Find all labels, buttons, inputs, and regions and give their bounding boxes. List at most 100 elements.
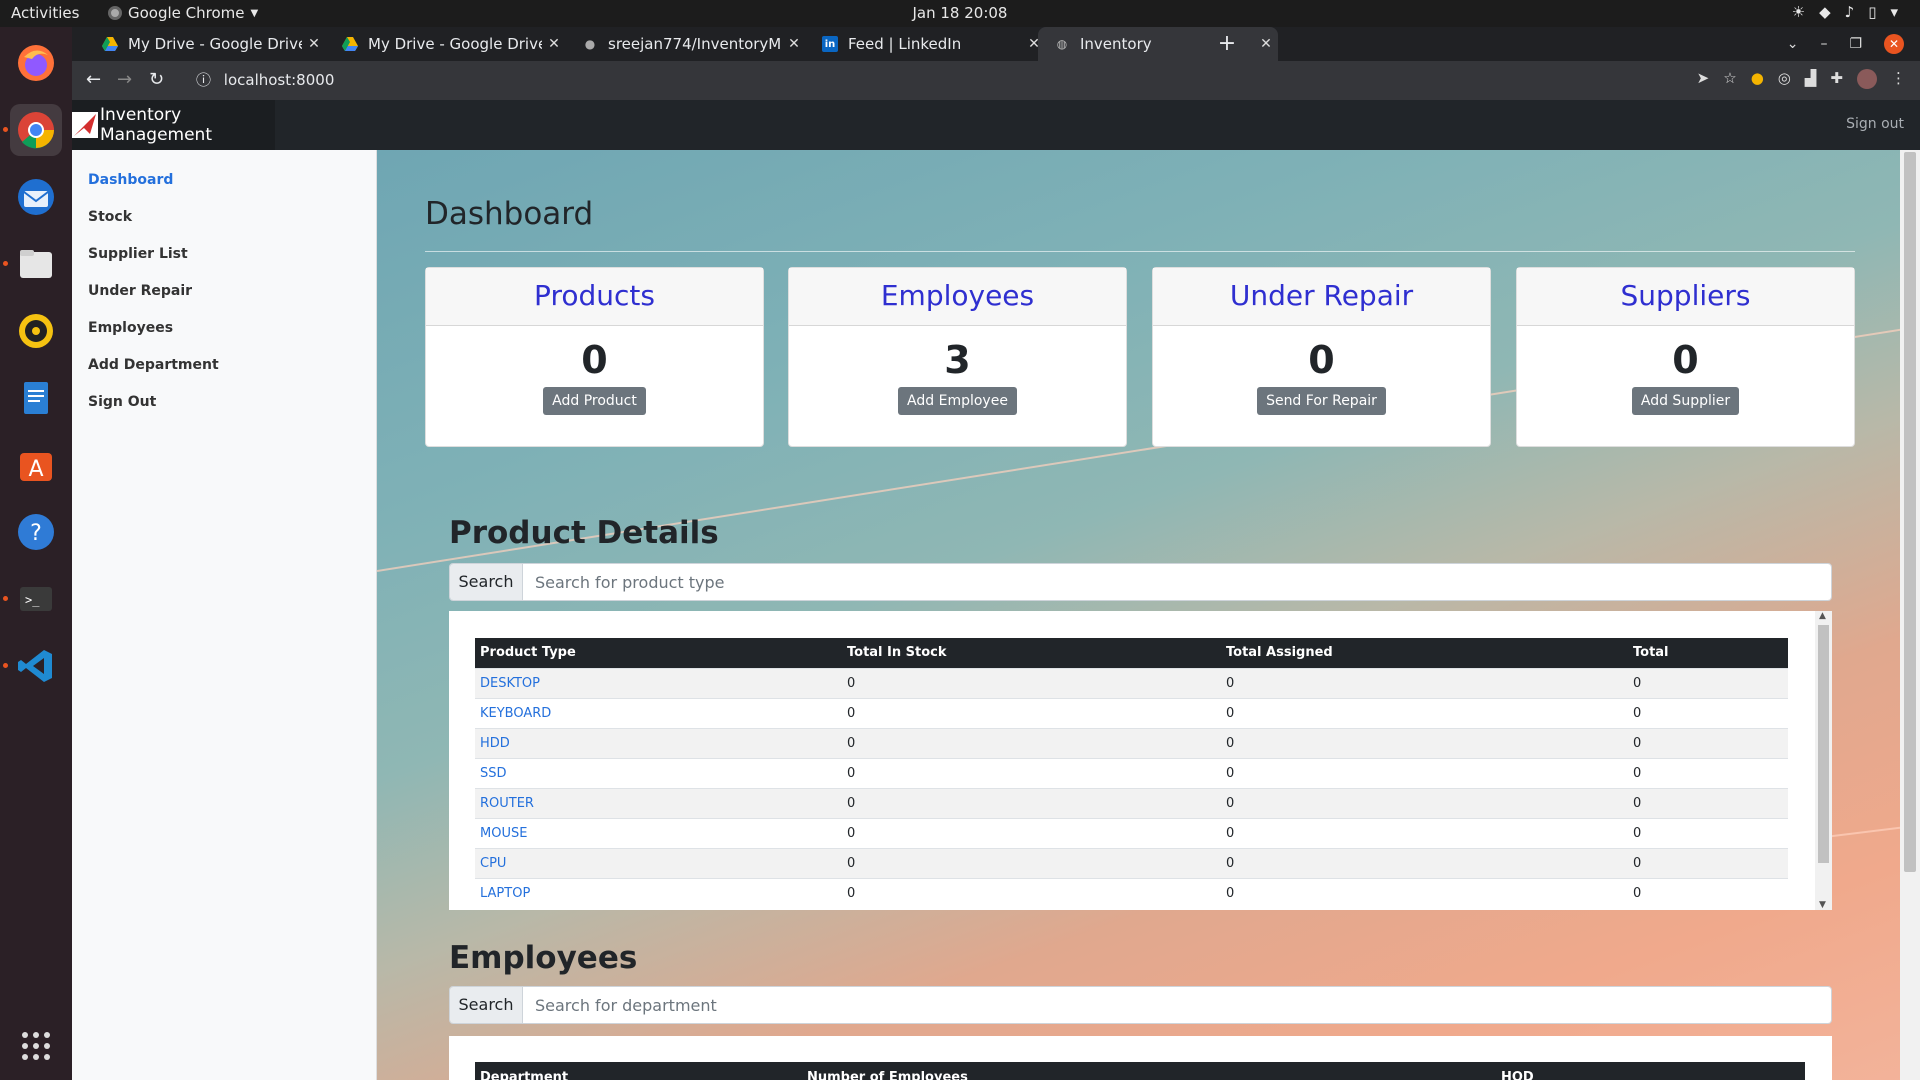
product-type-link[interactable]: ROUTER	[480, 796, 534, 811]
scroll-up-icon[interactable]: ▲	[1819, 611, 1826, 621]
table-row: SSD 0 0 0	[475, 757, 1788, 788]
help-icon[interactable]: ?	[10, 506, 62, 558]
table-cell: 0	[1221, 847, 1628, 878]
send-icon[interactable]: ➤	[1697, 69, 1710, 89]
browser-toolbar: ← → ↻ ⓘ localhost:8000 ➤ ☆ ● ◎ ▟ ✚ ⋮	[72, 61, 1920, 100]
maximize-icon[interactable]: ❐	[1849, 36, 1862, 52]
wifi-icon: ◆	[1819, 3, 1831, 21]
files-icon[interactable]	[10, 238, 62, 290]
table-cell: 0	[1628, 667, 1788, 698]
add-employee-button[interactable]: Add Employee	[898, 387, 1017, 415]
table-row: MOUSE 0 0 0	[475, 817, 1788, 848]
sidebar-item-dashboard[interactable]: Dashboard	[88, 172, 173, 188]
table-cell: 0	[842, 817, 1221, 848]
column-header: Total	[1628, 638, 1788, 668]
table-cell: 0	[1221, 757, 1628, 788]
signout-link[interactable]: Sign out	[1846, 116, 1904, 132]
extension-colorful-icon[interactable]: ●	[1751, 69, 1764, 89]
thunderbird-icon[interactable]	[10, 171, 62, 223]
send-for-repair-button[interactable]: Send For Repair	[1257, 387, 1386, 415]
sidebar-item-stock[interactable]: Stock	[88, 209, 132, 225]
extension-chart-icon[interactable]: ▟	[1805, 69, 1817, 89]
department-search-input[interactable]	[523, 987, 1831, 1023]
product-type-cell: ROUTER	[475, 787, 842, 818]
table-row: KEYBOARD 0 0 0	[475, 697, 1788, 728]
column-header: Total In Stock	[842, 638, 1221, 668]
back-arrow-icon[interactable]: ←	[86, 69, 101, 90]
system-tray[interactable]: ☀ ◆ ♪ ▯ ▾	[1792, 3, 1898, 21]
table-scrollbar[interactable]: ▲ ▼	[1815, 611, 1832, 910]
clock[interactable]: Jan 18 20:08	[0, 4, 1920, 22]
search-label: Search	[450, 564, 523, 600]
sidebar-item-add-department[interactable]: Add Department	[88, 357, 219, 373]
product-type-cell: SSD	[475, 757, 842, 788]
product-type-link[interactable]: KEYBOARD	[480, 706, 551, 721]
table-cell: 0	[1221, 787, 1628, 818]
tab-google-drive-2[interactable]: My Drive - Google Drive ✕	[326, 27, 566, 61]
tab-google-drive-1[interactable]: My Drive - Google Drive ✕	[86, 27, 326, 61]
employee-table-panel: Department Number of Employees HOD	[449, 1036, 1832, 1080]
product-type-link[interactable]: HDD	[480, 736, 510, 751]
new-tab-button[interactable]: +	[1210, 27, 1244, 61]
chrome-icon[interactable]	[10, 104, 62, 156]
tab-search-icon[interactable]: ⌄	[1787, 36, 1799, 52]
close-tab-icon[interactable]: ✕	[1254, 36, 1278, 52]
close-tab-icon[interactable]: ✕	[542, 36, 566, 52]
employee-table: Department Number of Employees HOD	[475, 1062, 1805, 1080]
product-type-link[interactable]: SSD	[480, 766, 507, 781]
google-drive-icon	[342, 36, 358, 52]
add-supplier-button[interactable]: Add Supplier	[1631, 387, 1740, 415]
brightness-icon: ☀	[1791, 3, 1806, 21]
page-scrollbar[interactable]	[1900, 150, 1920, 1080]
card-value: 0	[1308, 338, 1335, 382]
scrollbar-thumb[interactable]	[1818, 625, 1829, 863]
employee-search-group: Search	[449, 986, 1832, 1024]
scrollbar-thumb[interactable]	[1904, 152, 1916, 872]
extension-circle-icon[interactable]: ◎	[1778, 69, 1791, 89]
forward-arrow-icon[interactable]: →	[117, 69, 132, 90]
card-title: Under Repair	[1153, 268, 1490, 326]
sidebar-item-under-repair[interactable]: Under Repair	[88, 283, 192, 299]
site-info-icon[interactable]: ⓘ	[196, 71, 211, 89]
column-header: HOD	[1496, 1062, 1805, 1080]
product-type-link[interactable]: MOUSE	[480, 826, 527, 841]
product-search-group: Search	[449, 563, 1832, 601]
close-tab-icon[interactable]: ✕	[782, 36, 806, 52]
close-window-icon[interactable]: ✕	[1884, 34, 1904, 54]
column-header: Product Type	[475, 638, 842, 668]
show-apps-icon[interactable]	[10, 1020, 62, 1072]
rhythmbox-icon[interactable]	[10, 305, 62, 357]
suppliers-card: Suppliers 0 Add Supplier	[1516, 267, 1855, 447]
extensions-puzzle-icon[interactable]: ✚	[1830, 69, 1843, 89]
browser-menu-icon[interactable]: ⋮	[1891, 69, 1906, 89]
terminal-icon[interactable]: >_	[10, 573, 62, 625]
product-type-link[interactable]: LAPTOP	[480, 886, 530, 901]
tab-github[interactable]: ● sreejan774/InventoryMan ✕	[566, 27, 806, 61]
close-tab-icon[interactable]: ✕	[302, 36, 326, 52]
profile-avatar[interactable]	[1857, 69, 1877, 89]
divider	[425, 251, 1855, 252]
vscode-icon[interactable]	[10, 640, 62, 692]
sidebar-item-employees[interactable]: Employees	[88, 320, 173, 336]
product-type-cell: CPU	[475, 847, 842, 878]
product-type-link[interactable]: DESKTOP	[480, 676, 540, 691]
sidebar-item-sign-out[interactable]: Sign Out	[88, 394, 156, 410]
sidebar-item-supplier-list[interactable]: Supplier List	[88, 246, 188, 262]
reload-icon[interactable]: ↻	[149, 69, 164, 90]
address-bar[interactable]: ⓘ localhost:8000	[184, 65, 1684, 96]
table-cell: 0	[1221, 667, 1628, 698]
table-row: ROUTER 0 0 0	[475, 787, 1788, 818]
bookmark-star-icon[interactable]: ☆	[1723, 69, 1736, 89]
add-product-button[interactable]: Add Product	[543, 387, 646, 415]
product-search-input[interactable]	[523, 564, 1831, 600]
minimize-icon[interactable]: –	[1820, 36, 1827, 52]
scroll-down-icon[interactable]: ▼	[1819, 900, 1826, 910]
under-repair-card: Under Repair 0 Send For Repair	[1152, 267, 1491, 447]
tab-linkedin[interactable]: in Feed | LinkedIn ✕	[806, 27, 1046, 61]
product-type-link[interactable]: CPU	[480, 856, 506, 871]
writer-icon[interactable]	[10, 372, 62, 424]
firefox-icon[interactable]	[10, 37, 62, 89]
app-center-icon[interactable]: A	[10, 439, 62, 491]
brand[interactable]: Inventory Management	[72, 100, 275, 150]
card-value: 3	[944, 338, 971, 382]
